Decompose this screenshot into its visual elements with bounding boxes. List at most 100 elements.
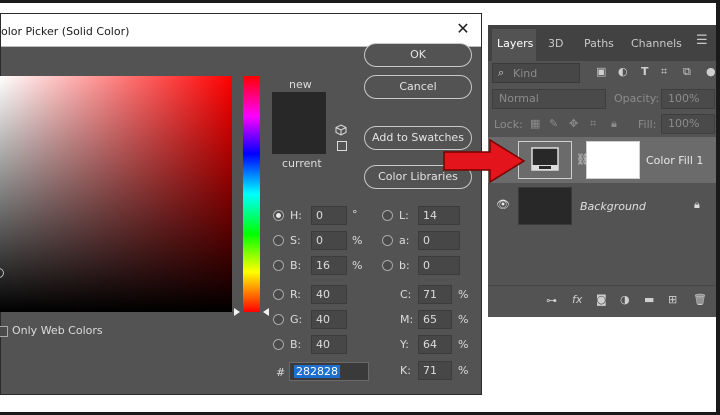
filter-type-icon[interactable]: T: [641, 65, 649, 78]
layer-name: Background: [580, 200, 646, 213]
yellow-unit: %: [458, 338, 469, 351]
hue-slider-handle-left[interactable]: [234, 308, 240, 316]
filter-kind-label: Kind: [513, 67, 538, 80]
brightness-radio[interactable]: [273, 260, 284, 271]
new-color-swatch: [272, 92, 326, 123]
blue-radio[interactable]: [273, 339, 284, 350]
lightness-radio[interactable]: [382, 210, 393, 221]
lock-all-icon[interactable]: 🔒︎: [611, 117, 617, 131]
saturation-label: S:: [290, 234, 301, 247]
cyan-unit: %: [458, 288, 469, 301]
hex-label: #: [276, 366, 286, 379]
trash-icon[interactable]: 🗑︎: [693, 293, 707, 306]
black-label: K:: [400, 364, 411, 377]
saturation-unit: %: [352, 234, 363, 247]
b-channel-radio[interactable]: [382, 260, 393, 271]
new-adjustment-icon[interactable]: ◑: [620, 293, 630, 306]
b-channel-input[interactable]: 0: [418, 256, 460, 275]
filter-kind-select[interactable]: ⌕ Kind: [492, 63, 580, 83]
search-icon: ⌕: [498, 66, 505, 79]
hue-radio[interactable]: [273, 210, 284, 221]
lock-artboard-icon[interactable]: ⌗: [590, 117, 596, 131]
red-radio[interactable]: [273, 289, 284, 300]
red-input[interactable]: 40: [311, 285, 347, 304]
magenta-input[interactable]: 65: [418, 310, 452, 329]
add-mask-icon[interactable]: ◙: [596, 293, 607, 306]
lightness-label: L:: [399, 209, 409, 222]
brightness-input[interactable]: 16: [311, 256, 347, 275]
ok-button[interactable]: OK: [364, 43, 472, 67]
opacity-input[interactable]: 100%: [661, 89, 715, 109]
tab-channels[interactable]: Channels: [631, 37, 682, 50]
magenta-label: M:: [400, 313, 414, 326]
fill-value: 100%: [668, 117, 700, 130]
blend-mode-select[interactable]: Normal: [492, 89, 606, 109]
lock-icon: 🔒︎: [694, 198, 700, 211]
yellow-input[interactable]: 64: [418, 335, 452, 354]
eye-icon[interactable]: 👁︎: [496, 198, 510, 211]
fill-input[interactable]: 100%: [661, 114, 715, 134]
filter-pixel-icon[interactable]: ▣: [596, 65, 606, 78]
a-channel-input[interactable]: 0: [418, 231, 460, 250]
black-unit: %: [458, 364, 469, 377]
hue-label: H:: [290, 209, 302, 222]
cyan-input[interactable]: 71: [418, 285, 452, 304]
magenta-unit: %: [458, 313, 469, 326]
close-icon[interactable]: ✕: [453, 19, 473, 38]
gamut-cube-icon[interactable]: [335, 124, 347, 136]
hue-slider[interactable]: [243, 76, 260, 312]
yellow-label: Y:: [400, 338, 409, 351]
new-label: new: [289, 78, 312, 91]
black-input[interactable]: 71: [418, 361, 452, 380]
dialog-title: olor Picker (Solid Color): [1, 25, 130, 38]
lock-transparent-icon[interactable]: ▦: [530, 117, 540, 130]
background-thumbnail[interactable]: [518, 187, 572, 225]
new-layer-icon[interactable]: ⊞: [668, 293, 677, 306]
web-safe-icon[interactable]: [337, 141, 347, 151]
tab-layers[interactable]: Layers: [497, 37, 533, 50]
hue-slider-handle-right[interactable]: [263, 308, 269, 316]
filter-toggle-icon[interactable]: ●: [706, 65, 716, 78]
brightness-label: B:: [290, 259, 302, 272]
green-input[interactable]: 40: [311, 310, 347, 329]
b-channel-label: b:: [399, 259, 410, 272]
saturation-radio[interactable]: [273, 235, 284, 246]
tab-3d[interactable]: 3D: [548, 37, 563, 50]
cancel-button[interactable]: Cancel: [364, 75, 472, 99]
lock-position-icon[interactable]: ✥: [569, 117, 578, 130]
filter-adjustment-icon[interactable]: ◐: [618, 65, 628, 78]
red-label: R:: [290, 288, 302, 301]
blue-input[interactable]: 40: [311, 335, 347, 354]
a-channel-radio[interactable]: [382, 235, 393, 246]
green-radio[interactable]: [273, 314, 284, 325]
saturation-input[interactable]: 0: [311, 231, 347, 250]
green-label: G:: [290, 313, 303, 326]
a-channel-label: a:: [399, 234, 410, 247]
mask-thumbnail[interactable]: [586, 141, 640, 179]
layer-row-background[interactable]: 👁︎ Background 🔒︎: [488, 183, 720, 229]
fill-label: Fill:: [638, 118, 657, 131]
filter-smart-object-icon[interactable]: ⧉: [683, 65, 691, 79]
lightness-input[interactable]: 14: [418, 206, 460, 225]
fill-layer-thumbnail[interactable]: [518, 141, 572, 179]
blue-label: B:: [290, 338, 302, 351]
layer-name: Color Fill 1: [646, 154, 704, 167]
lock-image-icon[interactable]: ✎: [549, 117, 558, 130]
fill-layer-icon: [531, 147, 559, 171]
annotation-arrow-icon: [443, 138, 526, 184]
hue-unit: °: [352, 208, 358, 221]
link-layers-icon[interactable]: ⊶: [546, 294, 557, 307]
panel-menu-icon[interactable]: ☰: [696, 33, 708, 48]
filter-shape-icon[interactable]: ⌗: [661, 65, 667, 79]
layers-toolbar: ⊶ fx ◙ ◑ ▬ ⊞ 🗑︎: [488, 285, 720, 317]
blend-mode-value: Normal: [499, 92, 539, 105]
current-color-swatch[interactable]: [272, 123, 326, 154]
only-web-colors-checkbox[interactable]: [0, 326, 8, 337]
hue-input[interactable]: 0: [311, 206, 347, 225]
new-group-icon[interactable]: ▬: [644, 293, 654, 306]
color-field[interactable]: [0, 76, 232, 312]
cyan-label: C:: [400, 288, 412, 301]
tab-paths[interactable]: Paths: [584, 37, 614, 50]
hex-input[interactable]: 282828: [289, 362, 369, 381]
fx-icon[interactable]: fx: [572, 293, 582, 306]
